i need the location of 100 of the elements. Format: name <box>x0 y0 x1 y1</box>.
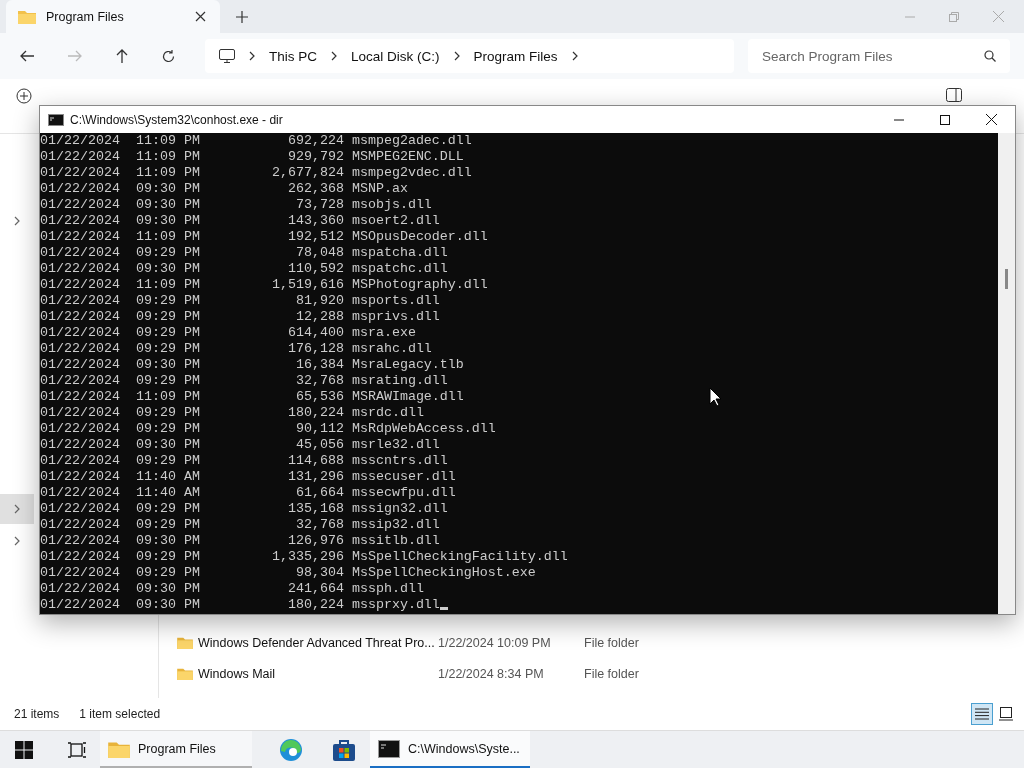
selection-count: 1 item selected <box>79 707 161 721</box>
size-text: 1,519,616 <box>271 277 344 292</box>
chevron-icon <box>249 51 255 61</box>
folder-icon <box>177 667 193 680</box>
date-text: 01/22/2024 <box>40 485 121 501</box>
time-text: 09:30 PM <box>135 357 200 373</box>
back-arrow-icon[interactable] <box>20 50 34 62</box>
file-name-text: msprivs.dll <box>351 309 440 324</box>
time-text: 11:40 AM <box>135 485 200 501</box>
date-text: 01/22/2024 <box>40 197 121 213</box>
close-icon[interactable] <box>986 114 997 125</box>
time-text: 09:30 PM <box>135 197 200 213</box>
text-cursor <box>439 607 448 610</box>
tile-icon <box>999 707 1013 721</box>
chevron-icon[interactable] <box>14 536 20 546</box>
breadcrumb-item[interactable]: Local Disk (C:) <box>351 48 440 64</box>
time-text: 09:30 PM <box>135 437 200 453</box>
file-name-text: MsSpellCheckingHost.exe <box>351 565 536 580</box>
search-field[interactable]: Search Program Files <box>748 39 1010 73</box>
date-text: 01/22/2024 <box>40 517 121 533</box>
date-text: 01/22/2024 <box>40 357 121 373</box>
chevron-icon[interactable] <box>14 216 20 226</box>
taskbar-app-button[interactable]: C:\Windows\Syste... <box>370 731 530 768</box>
up-arrow-icon[interactable] <box>116 49 128 63</box>
file-row[interactable]: Windows Mail 1/22/2024 8:34 PM File folder <box>177 658 1024 689</box>
size-text: 45,056 <box>295 437 344 452</box>
size-text: 692,224 <box>287 133 344 148</box>
panel-icon[interactable] <box>946 88 962 102</box>
plus-circle-icon[interactable] <box>16 88 32 104</box>
file-name-text: mspatchc.dll <box>351 261 448 276</box>
browser-swirl-icon[interactable] <box>279 738 303 762</box>
size-text: 180,224 <box>287 405 344 420</box>
file-name-text: msrle32.dll <box>351 437 440 452</box>
size-text: 61,664 <box>295 485 344 500</box>
file-name-text: mssign32.dll <box>351 501 448 516</box>
size-text: 180,224 <box>287 597 344 612</box>
close-icon[interactable] <box>195 11 206 22</box>
windows-logo-icon[interactable] <box>15 741 33 759</box>
date-text: 01/22/2024 <box>40 597 121 613</box>
size-text: 32,768 <box>295 373 344 388</box>
time-text: 09:29 PM <box>135 245 200 261</box>
file-name-text: MsRdpWebAccess.dll <box>351 421 496 436</box>
file-name-text: mssitlb.dll <box>351 533 440 548</box>
size-text: 135,168 <box>287 501 344 516</box>
file-date: 1/22/2024 10:09 PM <box>438 635 552 650</box>
file-name-text: msmpeg2vdec.dll <box>351 165 472 180</box>
file-name-text: msra.exe <box>351 325 416 340</box>
file-name-text: MsraLegacy.tlb <box>351 357 464 372</box>
size-text: 614,400 <box>287 325 344 340</box>
mouse-pointer-icon <box>709 387 722 407</box>
size-text: 126,976 <box>287 533 344 548</box>
details-view-button[interactable] <box>971 703 993 725</box>
file-row[interactable]: Windows Defender Advanced Threat Pro... 1/22/2024 10:09 PM File folder <box>177 627 1024 658</box>
size-text: 98,304 <box>295 565 344 580</box>
chevron-icon[interactable] <box>14 504 20 514</box>
size-text: 110,592 <box>287 261 344 276</box>
time-text: 09:29 PM <box>135 453 200 469</box>
file-name-text: msrating.dll <box>351 373 448 388</box>
tab-title: Program Files <box>46 9 125 24</box>
refresh-icon[interactable] <box>162 49 175 63</box>
time-text: 09:30 PM <box>135 533 200 549</box>
time-text: 11:09 PM <box>135 165 200 181</box>
file-date: 1/22/2024 8:34 PM <box>438 666 545 681</box>
file-name-text: msoert2.dll <box>351 213 440 228</box>
maximize-icon[interactable] <box>940 114 950 125</box>
file-type: File folder <box>584 635 639 650</box>
breadcrumb-item[interactable]: This PC <box>269 48 317 64</box>
chevron-icon <box>453 51 460 61</box>
explorer-tab[interactable]: Program Files <box>6 0 220 33</box>
size-text: 16,384 <box>295 357 344 372</box>
size-text: 1,335,296 <box>271 549 344 564</box>
size-text: 114,688 <box>287 453 344 468</box>
time-text: 09:30 PM <box>135 181 200 197</box>
size-text: 192,512 <box>287 229 344 244</box>
size-text: 2,677,824 <box>271 165 344 180</box>
breadcrumb-item[interactable]: Program Files <box>473 48 558 64</box>
date-text: 01/22/2024 <box>40 565 121 581</box>
date-text: 01/22/2024 <box>40 437 121 453</box>
task-view-icon[interactable] <box>68 741 86 759</box>
time-text: 11:40 AM <box>135 469 200 485</box>
file-name-text: mspatcha.dll <box>351 245 448 260</box>
scrollbar[interactable] <box>998 133 1015 614</box>
file-name-text: msmpeg2adec.dll <box>351 133 472 148</box>
taskbar-app-button[interactable]: Program Files <box>100 731 252 768</box>
time-text: 11:09 PM <box>135 389 200 405</box>
shopping-bag-icon[interactable] <box>332 738 356 762</box>
time-text: 09:30 PM <box>135 213 200 229</box>
size-text: 241,664 <box>287 581 344 596</box>
folder-icon <box>177 636 193 649</box>
date-text: 01/22/2024 <box>40 245 121 261</box>
file-name: Windows Defender Advanced Threat Pro... <box>198 635 436 650</box>
new-tab-icon[interactable] <box>236 10 248 23</box>
time-text: 09:29 PM <box>135 293 200 309</box>
time-text: 09:29 PM <box>135 501 200 517</box>
address-bar[interactable]: This PC Local Disk (C:) Program Files <box>205 39 734 73</box>
time-text: 09:29 PM <box>135 517 200 533</box>
scroll-thumb[interactable] <box>1005 269 1008 289</box>
file-name-text: msscntrs.dll <box>351 453 448 468</box>
chevron-icon <box>571 51 578 61</box>
file-name-text: mssph.dll <box>351 581 424 596</box>
